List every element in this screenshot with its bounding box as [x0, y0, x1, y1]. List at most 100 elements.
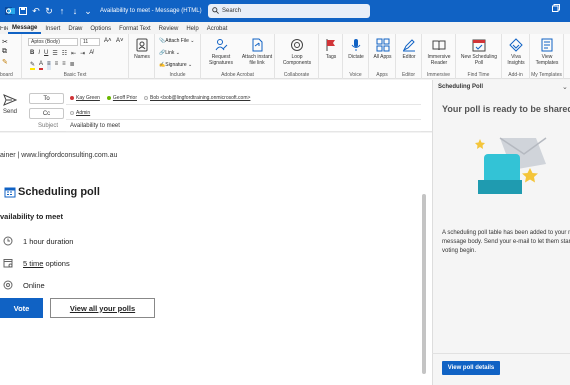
scrollbar-thumb[interactable]	[422, 194, 426, 374]
cc-recipients[interactable]: Admin	[70, 110, 90, 116]
italic-icon[interactable]: I	[38, 50, 40, 57]
add-in-group: Viva Insights Add-in	[502, 34, 530, 79]
time-options-link[interactable]: 5 time	[23, 259, 43, 268]
save-icon[interactable]	[17, 4, 29, 18]
templates-label: My Templates	[531, 72, 562, 78]
tab-review[interactable]: Review	[155, 26, 183, 34]
poll-title: Scheduling poll	[18, 186, 100, 198]
view-poll-details-button[interactable]: View poll details	[442, 361, 500, 375]
recipient-chip[interactable]: Kay Green	[76, 95, 100, 101]
justify-icon[interactable]: ≣	[70, 61, 75, 70]
new-poll-button[interactable]: New Scheduling Poll	[458, 38, 500, 66]
clipboard-group: ✂ ⧉ ✎ board	[0, 34, 22, 79]
attach-file-button[interactable]: 📎Attach File ⌄	[159, 38, 194, 44]
poll-heading: Scheduling poll	[4, 186, 100, 198]
chevron-down-icon[interactable]: ⌄	[562, 83, 568, 91]
microphone-icon	[351, 39, 361, 51]
grow-font-icon[interactable]: A˄	[104, 38, 112, 44]
tab-insert[interactable]: Insert	[41, 26, 64, 34]
viva-insights-button[interactable]: Viva Insights	[504, 38, 528, 66]
loop-icon	[291, 39, 303, 51]
copy-icon[interactable]: ⧉	[2, 48, 7, 56]
search-placeholder: Search	[222, 8, 242, 14]
format-painter-icon[interactable]: ✎	[2, 58, 8, 66]
recipient-status-dot	[70, 111, 74, 115]
search-icon	[212, 6, 219, 16]
indent-icon[interactable]: ⇥	[80, 50, 85, 57]
poll-illustration-icon	[475, 137, 547, 194]
tab-message[interactable]: Message	[8, 25, 42, 34]
redo-icon[interactable]: ↻	[43, 4, 55, 18]
cut-icon[interactable]: ✂	[2, 38, 8, 46]
adobe-group: Request Signatures Attach instant file l…	[201, 34, 275, 79]
more-icon[interactable]: ⌄	[82, 4, 94, 18]
bullets-icon[interactable]: ☰	[52, 50, 57, 57]
attach-instant-button[interactable]: Attach instant file link	[239, 38, 275, 66]
body-scrollbar[interactable]	[421, 134, 427, 374]
signature-button[interactable]: ✍Signature ⌄	[159, 62, 192, 68]
tab-acrobat[interactable]: Acrobat	[203, 26, 232, 34]
tab-file[interactable]: File	[0, 26, 8, 34]
tags-button[interactable]: Tags	[321, 38, 341, 60]
underline-icon[interactable]: U	[44, 50, 48, 57]
tab-options[interactable]: Options	[86, 26, 115, 34]
poll-subject: vailability to meet	[0, 212, 63, 221]
recipient-chip[interactable]: Bob <bob@lingfordtraining.onmicrosoft.co…	[150, 95, 250, 101]
add-in-label: Add-in	[508, 72, 523, 78]
outdent-icon[interactable]: ⇤	[71, 50, 76, 57]
to-button[interactable]: To	[29, 93, 64, 104]
up-arrow-icon[interactable]: ↑	[56, 4, 68, 18]
editor-label: Editor	[401, 72, 416, 78]
immersive-reader-button[interactable]: Immersive Reader	[424, 38, 454, 66]
voice-group: Dictate Voice	[343, 34, 369, 79]
subject-input[interactable]: Availability to meet	[70, 123, 120, 129]
search-box[interactable]: Search	[208, 4, 370, 18]
font-color-icon[interactable]: A	[39, 61, 44, 70]
align-center-icon[interactable]: ≡	[55, 61, 59, 70]
message-header	[0, 80, 432, 132]
send-button[interactable]: Send	[0, 93, 20, 125]
align-right-icon[interactable]: ≡	[62, 61, 66, 70]
flag-icon	[326, 39, 335, 51]
dictate-button[interactable]: Dictate	[345, 38, 367, 60]
tab-format-text[interactable]: Format Text	[115, 26, 155, 34]
numbering-icon[interactable]: ☷	[62, 50, 67, 57]
cc-button[interactable]: Cc	[29, 108, 64, 119]
voice-label: Voice	[349, 72, 362, 78]
undo-icon[interactable]: ↶	[30, 4, 42, 18]
font-size-select[interactable]: 11	[80, 38, 100, 46]
attach-link-icon	[252, 38, 263, 52]
editor-button[interactable]: Editor	[398, 38, 420, 60]
tab-draw[interactable]: Draw	[64, 26, 86, 34]
to-recipients[interactable]: Kay Green Geoff Prior Bob <bob@lingfordt…	[70, 95, 250, 101]
clock-icon	[3, 236, 13, 246]
down-arrow-icon[interactable]: ↓	[69, 4, 81, 18]
names-button[interactable]: Names	[131, 38, 153, 60]
shrink-font-icon[interactable]: A˅	[116, 38, 124, 44]
bold-icon[interactable]: B	[30, 50, 34, 57]
recipient-chip[interactable]: Admin	[76, 110, 90, 116]
recipient-status-dot	[70, 96, 74, 100]
send-icon	[3, 94, 17, 106]
tab-help[interactable]: Help	[182, 26, 202, 34]
recipient-chip[interactable]: Geoff Prior	[113, 95, 137, 101]
title-bar: ↶ ↻ ↑ ↓ ⌄ Availability to meet - Message…	[0, 0, 570, 22]
loop-button[interactable]: Loop Components	[277, 38, 317, 66]
pane-header: Scheduling Poll	[438, 84, 484, 90]
align-left-icon[interactable]: ≡	[47, 61, 51, 70]
view-all-polls-button[interactable]: View all your polls	[50, 298, 155, 318]
restore-window-icon[interactable]	[552, 4, 560, 14]
view-templates-button[interactable]: View Templates	[532, 38, 562, 66]
request-signatures-button[interactable]: Request Signatures	[203, 38, 239, 66]
link-button[interactable]: 🔗Link ⌄	[159, 50, 180, 56]
address-book-icon	[136, 38, 148, 52]
subject-divider	[66, 131, 421, 132]
collaborate-label: Collaborate	[283, 72, 310, 78]
all-apps-button[interactable]: All Apps	[371, 38, 394, 60]
immersive-label: Immersive	[426, 72, 451, 78]
highlight-icon[interactable]: ✎	[30, 61, 36, 70]
templates-icon	[541, 38, 553, 52]
vote-button[interactable]: Vote	[0, 298, 43, 318]
font-name-select[interactable]: Aptos (Body)	[28, 38, 78, 46]
clear-format-icon[interactable]: A̸	[89, 50, 93, 57]
